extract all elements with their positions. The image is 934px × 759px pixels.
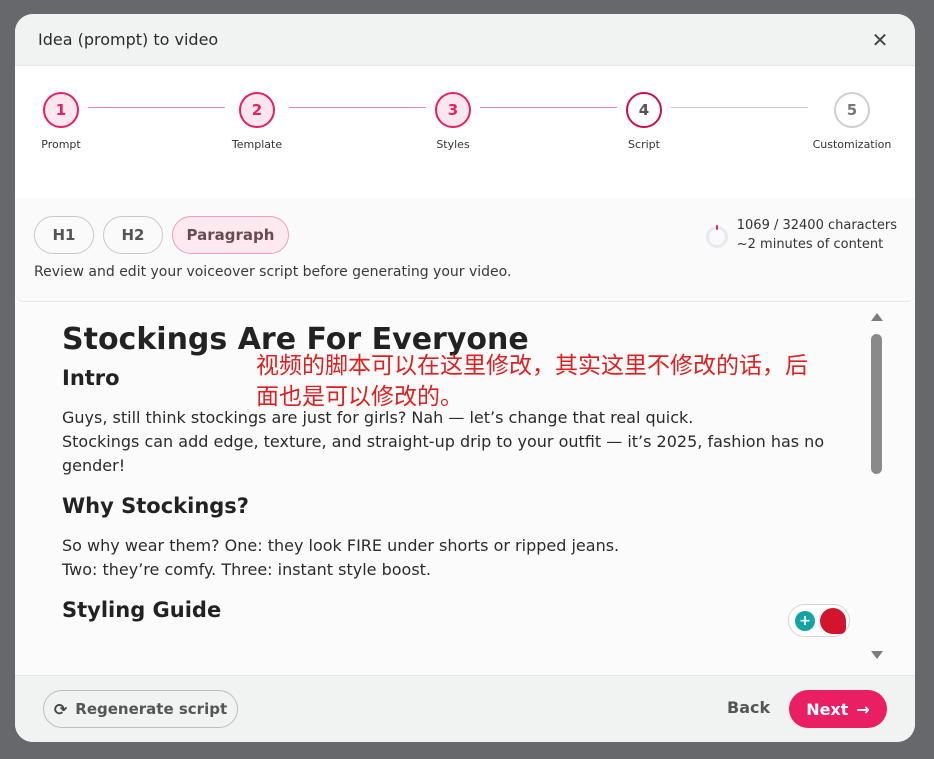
character-count: 1069 / 32400 characters	[736, 218, 897, 233]
section-heading[interactable]: Why Stockings?	[62, 491, 837, 521]
step-number: 1	[43, 92, 79, 128]
h1-format-button[interactable]: H1	[34, 216, 94, 254]
wizard-stepper: 1 Prompt 2 Template 3 Styles 4 Script 5 …	[15, 66, 915, 198]
arrow-right-icon: →	[856, 699, 870, 719]
step-number: 3	[435, 92, 471, 128]
lightbulb-plus-icon[interactable]: +	[795, 610, 815, 631]
next-label: Next	[806, 699, 849, 719]
script-editor[interactable]: Stockings Are For Everyone Intro Guys, s…	[15, 303, 915, 675]
next-button[interactable]: Next →	[789, 690, 887, 728]
step-prompt[interactable]: 1 Prompt	[15, 92, 111, 151]
step-label: Template	[231, 138, 283, 151]
idea-to-video-dialog: Idea (prompt) to video ✕ 1 Prompt 2 Temp…	[15, 14, 915, 742]
regenerate-label: Regenerate script	[75, 700, 228, 718]
record-icon[interactable]	[820, 607, 846, 634]
step-styles[interactable]: 3 Styles	[403, 92, 503, 151]
script-paragraph[interactable]: So why wear them? One: they look FIRE un…	[62, 534, 837, 558]
scroll-down-arrow-icon[interactable]	[871, 651, 883, 659]
regenerate-script-button[interactable]: ⟳ Regenerate script	[43, 690, 238, 728]
step-script[interactable]: 4 Script	[594, 92, 694, 151]
progress-ring-icon	[705, 225, 728, 248]
step-label: Prompt	[41, 138, 81, 151]
section-heading[interactable]: Styling Guide	[62, 595, 837, 625]
dialog-footer: ⟳ Regenerate script Back Next →	[15, 675, 915, 742]
script-paragraph[interactable]: Stockings can add edge, texture, and str…	[62, 430, 837, 478]
script-help-text: Review and edit your voiceover script be…	[34, 264, 512, 280]
step-number: 4	[626, 92, 662, 128]
red-annotation-text: 视频的脚本可以在这里修改，其实这里不修改的话，后面也是可以修改的。	[256, 353, 808, 410]
step-label: Customization	[812, 138, 892, 151]
refresh-icon: ⟳	[53, 699, 68, 719]
dialog-title: Idea (prompt) to video	[38, 30, 219, 49]
step-label: Script	[628, 138, 660, 151]
script-toolbar: H1 H2 Paragraph Review and edit your voi…	[15, 198, 915, 302]
dialog-header: Idea (prompt) to video ✕	[15, 14, 915, 66]
content-duration: ~2 minutes of content	[736, 237, 884, 252]
character-counter: 1069 / 32400 characters ~2 minutes of co…	[705, 216, 897, 254]
scrollbar-thumb[interactable]	[871, 334, 882, 474]
paragraph-format-button[interactable]: Paragraph	[172, 216, 289, 254]
back-button[interactable]: Back	[727, 698, 770, 717]
scroll-up-arrow-icon[interactable]	[871, 313, 883, 321]
script-paragraph[interactable]: Two: they’re comfy. Three: instant style…	[62, 558, 837, 582]
step-customization[interactable]: 5 Customization	[802, 92, 902, 151]
step-number: 5	[834, 92, 870, 128]
step-label: Styles	[436, 138, 470, 151]
h2-format-button[interactable]: H2	[103, 216, 163, 254]
step-template[interactable]: 2 Template	[207, 92, 307, 151]
close-icon[interactable]: ✕	[868, 28, 892, 52]
step-number: 2	[239, 92, 275, 128]
assistant-widget[interactable]: +	[788, 604, 850, 637]
